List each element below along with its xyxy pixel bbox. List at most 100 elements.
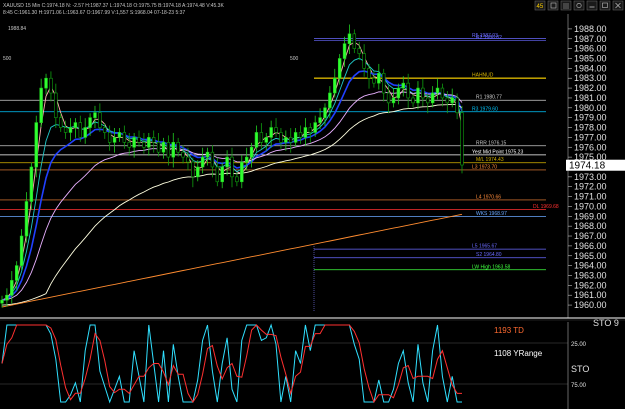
candle-body — [0, 299, 4, 304]
price-tick-label: 1978.00 — [574, 123, 607, 133]
osc-axis-25: 25.00 — [571, 342, 587, 348]
osc-axis-sto: STO — [571, 364, 589, 374]
chart-canvas[interactable]: XAUUSD 15 Min C:1974.18 N: -2.57 H:1987.… — [0, 0, 625, 409]
candle-body — [186, 156, 190, 163]
candle-body — [240, 161, 244, 183]
ma-line-3 — [1, 91, 463, 301]
candle-body — [372, 77, 376, 84]
candle-body — [44, 77, 48, 89]
price-tick-label: 1979.00 — [574, 113, 607, 123]
candle-body — [342, 43, 347, 59]
price-tick-label: 1970.00 — [574, 201, 607, 211]
marker-500-right: 500 — [290, 56, 299, 62]
chart-window: XAUUSD 15 Min C:1974.18 N: -2.57 H:1987.… — [0, 0, 625, 409]
candle-body — [63, 127, 68, 133]
candle-body — [235, 176, 239, 183]
candle-body — [411, 97, 415, 104]
copy-icon[interactable] — [547, 0, 559, 11]
candle-body — [39, 87, 43, 123]
candle-body — [347, 33, 352, 44]
price-tick-label: 1963.00 — [574, 270, 607, 280]
left-value: 1988.84 — [8, 26, 26, 32]
price-tick-label: 1969.00 — [574, 211, 607, 221]
candle-body — [83, 127, 87, 138]
candle-body — [298, 132, 303, 138]
restore-icon[interactable] — [599, 0, 611, 11]
candle-body — [274, 127, 278, 133]
price-tick-label: 1966.00 — [574, 241, 607, 251]
candle-body — [166, 142, 171, 158]
candle-body — [230, 156, 234, 178]
candle-body — [19, 235, 24, 266]
header: XAUUSD 15 Min C:1974.18 N: -2.57 H:1987.… — [3, 3, 299, 62]
candle-body — [196, 166, 200, 178]
candle-body — [132, 137, 136, 148]
candle-body — [112, 137, 117, 143]
price-tick-label: 1961.00 — [574, 290, 607, 300]
candle-body — [49, 77, 53, 94]
candle-body — [333, 77, 337, 94]
toolbar: 45 — [534, 0, 624, 11]
price-tick-label: 1960.00 — [574, 300, 607, 310]
ma-line-4 — [1, 103, 463, 306]
settings-icon[interactable] — [573, 0, 585, 11]
candle-body — [10, 280, 14, 296]
price-tick-label: 1977.00 — [574, 132, 607, 142]
candle-body — [293, 132, 298, 143]
price-tick-label: 1981.00 — [574, 93, 607, 103]
candle-body — [455, 97, 459, 114]
candle-body — [78, 122, 82, 138]
dash-icon[interactable] — [586, 0, 598, 11]
price-tick-label: 1971.00 — [574, 192, 607, 202]
candle-body — [377, 72, 381, 84]
last-price-tag: 1974.18 — [566, 159, 625, 172]
candle-body — [337, 58, 342, 79]
candle-body — [313, 122, 317, 133]
candle-body — [323, 107, 327, 118]
candle-body — [14, 265, 19, 281]
candle-body — [93, 112, 97, 118]
price-tick-label: 1976.00 — [574, 142, 607, 152]
candle-body — [391, 97, 396, 104]
price-tick-label: 1972.00 — [574, 182, 607, 192]
level-label: DL 1969.68 — [533, 204, 559, 210]
candle-body — [205, 151, 210, 158]
candle-body — [244, 156, 249, 163]
grid-icon[interactable] — [560, 0, 572, 11]
candle-body — [362, 53, 366, 69]
last-price-label: 1974.18 — [569, 161, 606, 172]
sub-line: 8:45 C:1961.30 H:1971.06 L:1963.67 O:196… — [3, 10, 185, 16]
candle-body — [308, 127, 312, 133]
level-label: L4 1970.66 — [476, 194, 501, 200]
level-label: RRR 1976.15 — [476, 140, 507, 146]
level-label: R2 1986.82 — [476, 35, 502, 41]
candle-body — [200, 156, 205, 168]
level-label: HAHNUD — [472, 73, 494, 79]
candle-body — [210, 151, 215, 168]
marker-500-left: 500 — [3, 56, 12, 62]
ma-line-5 — [1, 213, 463, 308]
candle-body — [440, 87, 445, 99]
level-label: R1 1980.77 — [476, 95, 502, 101]
candle-body — [34, 122, 38, 168]
candle-body — [142, 142, 146, 148]
td-annotation: 1193 TD — [494, 326, 524, 335]
price-tick-label: 1965.00 — [574, 251, 607, 261]
candle-body — [181, 151, 185, 158]
level-label: M/L 1974.43 — [476, 157, 504, 163]
candle-body — [328, 92, 332, 109]
osc-axis-75: 75.00 — [571, 383, 587, 389]
candle-body — [406, 82, 410, 99]
candle-body — [416, 87, 420, 104]
candle-body — [426, 97, 430, 104]
candle-body — [161, 142, 166, 153]
level-label: R3 1979.60 — [472, 106, 498, 112]
level-lines: R5 1987.03R2 1986.82HAHNUDR1 1980.77R3 1… — [0, 33, 559, 270]
candle-body — [68, 127, 73, 133]
candle-body — [156, 142, 161, 153]
candles — [0, 24, 464, 308]
badge-45: 45 — [537, 4, 544, 10]
candle-body — [279, 132, 283, 143]
candle-body — [29, 166, 34, 202]
candle-body — [357, 48, 361, 54]
